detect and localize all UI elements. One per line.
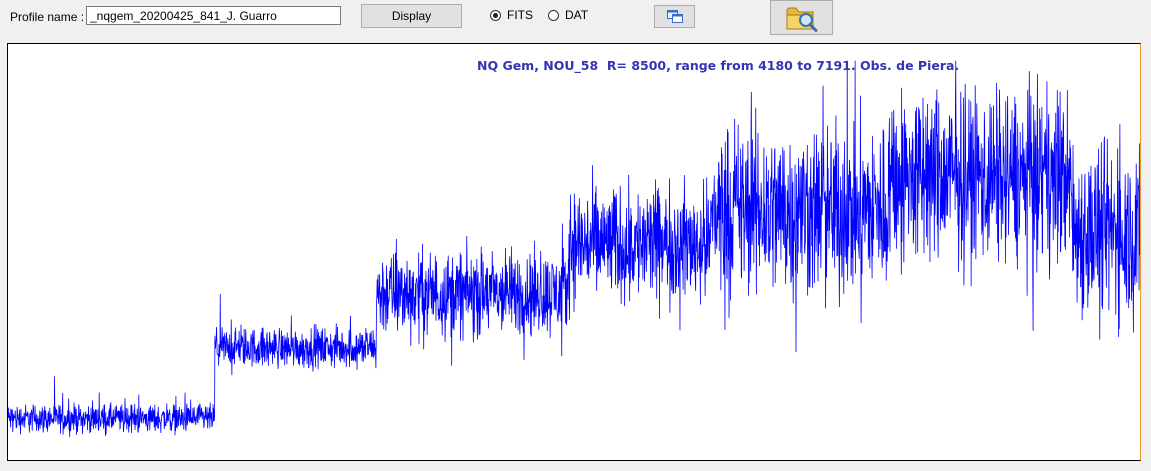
dat-radio-label: DAT <box>565 8 589 22</box>
dat-radio[interactable]: DAT <box>548 8 588 22</box>
open-folder-button[interactable] <box>770 0 833 35</box>
fits-radio-circle[interactable] <box>490 9 501 21</box>
fits-radio-label: FITS <box>507 8 533 22</box>
copy-button[interactable] <box>654 5 695 28</box>
profile-name-input[interactable] <box>86 6 341 25</box>
spectrum-plot: NQ Gem, NOU_58 R= 8500, range from 4180 … <box>7 43 1141 461</box>
fits-radio-selected-dot <box>493 12 498 18</box>
fits-radio[interactable]: FITS <box>490 8 533 22</box>
display-button[interactable]: Display <box>361 4 462 28</box>
spectrum-chart <box>8 60 1140 437</box>
chart-title: NQ Gem, NOU_58 R= 8500, range from 4180 … <box>477 58 960 73</box>
folder-search-icon <box>786 7 817 32</box>
dat-radio-circle[interactable] <box>548 9 559 21</box>
spectrum-line <box>8 60 1140 437</box>
profile-name-label: Profile name : <box>10 10 85 24</box>
copy-windows-icon <box>666 10 683 23</box>
